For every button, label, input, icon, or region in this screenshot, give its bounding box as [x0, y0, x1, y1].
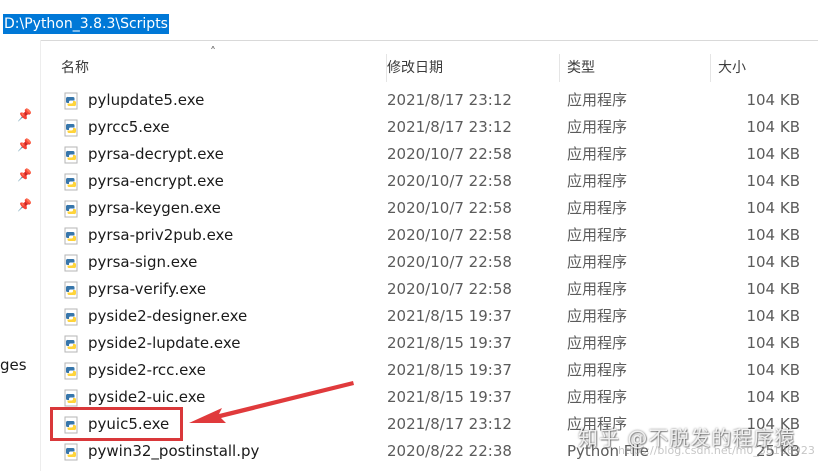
address-path[interactable]: D:\Python_3.8.3\Scripts	[3, 14, 169, 34]
nav-item-label[interactable]: ges	[0, 356, 27, 374]
file-modified-date: 2020/10/7 22:58	[387, 172, 512, 190]
file-row[interactable]: pyrsa-sign.exe 2020/10/7 22:58 应用程序 104 …	[41, 249, 818, 276]
file-row[interactable]: pyrcc5.exe 2021/8/17 23:12 应用程序 104 KB	[41, 114, 818, 141]
file-modified-date: 2020/10/7 22:58	[387, 253, 512, 271]
file-name: pyside2-lupdate.exe	[88, 334, 241, 352]
file-row[interactable]: pyside2-lupdate.exe 2021/8/15 19:37 应用程序…	[41, 330, 818, 357]
file-type: 应用程序	[567, 118, 628, 136]
file-size: 104 KB	[746, 226, 800, 244]
file-type: 应用程序	[567, 334, 628, 352]
file-size: 104 KB	[746, 172, 800, 190]
file-type: 应用程序	[567, 388, 628, 406]
file-modified-date: 2020/10/7 22:58	[387, 199, 512, 217]
file-size: 104 KB	[746, 388, 800, 406]
file-row[interactable]: pylupdate5.exe 2021/8/17 23:12 应用程序 104 …	[41, 87, 818, 114]
file-name: pywin32_postinstall.py	[88, 442, 260, 460]
file-type: 应用程序	[567, 253, 628, 271]
file-modified-date: 2021/8/17 23:12	[387, 118, 512, 136]
file-size: 104 KB	[746, 91, 800, 109]
python-file-icon	[64, 146, 78, 164]
column-header-type[interactable]: 类型	[560, 54, 711, 82]
python-file-icon	[64, 281, 78, 299]
python-file-icon	[64, 389, 78, 407]
file-modified-date: 2021/8/15 19:37	[387, 334, 512, 352]
file-name: pyrsa-keygen.exe	[88, 199, 221, 217]
file-size: 104 KB	[746, 199, 800, 217]
file-modified-date: 2020/8/22 22:38	[387, 442, 512, 460]
pin-icon[interactable]: 📌	[17, 168, 32, 182]
column-header-size[interactable]: 大小	[711, 54, 818, 82]
pin-icon[interactable]: 📌	[17, 138, 32, 152]
pin-icon[interactable]: 📌	[17, 108, 32, 122]
file-size: 104 KB	[746, 145, 800, 163]
file-size: 104 KB	[746, 253, 800, 271]
python-file-icon	[64, 335, 78, 353]
file-modified-date: 2021/8/15 19:37	[387, 388, 512, 406]
file-type: 应用程序	[567, 226, 628, 244]
file-type: 应用程序	[567, 361, 628, 379]
file-modified-date: 2020/10/7 22:58	[387, 280, 512, 298]
file-name: pyrsa-priv2pub.exe	[88, 226, 234, 244]
file-size: 104 KB	[746, 280, 800, 298]
python-file-icon	[64, 200, 78, 218]
python-file-icon	[64, 173, 78, 191]
file-type: 应用程序	[567, 307, 628, 325]
file-row[interactable]: pyside2-rcc.exe 2021/8/15 19:37 应用程序 104…	[41, 357, 818, 384]
python-file-icon	[64, 308, 78, 326]
file-size: 104 KB	[746, 118, 800, 136]
file-name: pylupdate5.exe	[88, 91, 205, 109]
file-row[interactable]: pyrsa-verify.exe 2020/10/7 22:58 应用程序 10…	[41, 276, 818, 303]
column-header-date[interactable]: 修改日期	[380, 54, 560, 82]
python-file-icon	[64, 119, 78, 137]
file-size: 104 KB	[746, 334, 800, 352]
file-name: pyside2-rcc.exe	[88, 361, 206, 379]
file-size: 104 KB	[746, 361, 800, 379]
file-name: pyrsa-sign.exe	[88, 253, 198, 271]
file-type: 应用程序	[567, 199, 628, 217]
python-file-icon	[64, 227, 78, 245]
column-header-row: 名称 修改日期 类型 大小	[41, 54, 818, 82]
file-name: pyrsa-verify.exe	[88, 280, 207, 298]
file-name: pyside2-designer.exe	[88, 307, 248, 325]
file-modified-date: 2021/8/17 23:12	[387, 91, 512, 109]
file-type: 应用程序	[567, 145, 628, 163]
file-modified-date: 2021/8/15 19:37	[387, 361, 512, 379]
highlight-box	[50, 407, 183, 441]
file-modified-date: 2021/8/15 19:37	[387, 307, 512, 325]
file-size: 104 KB	[746, 307, 800, 325]
file-row[interactable]: pyside2-designer.exe 2021/8/15 19:37 应用程…	[41, 303, 818, 330]
file-modified-date: 2020/10/7 22:58	[387, 145, 512, 163]
file-modified-date: 2021/8/17 23:12	[387, 415, 512, 433]
file-name: pyrsa-decrypt.exe	[88, 145, 224, 163]
watermark-url: https://blog.csdn.net/m0_38106923	[618, 444, 815, 457]
file-type: 应用程序	[567, 91, 628, 109]
column-header-name[interactable]: 名称	[54, 54, 387, 82]
python-file-icon	[64, 92, 78, 110]
file-type: 应用程序	[567, 280, 628, 298]
file-name: pyrcc5.exe	[88, 118, 170, 136]
pin-icon[interactable]: 📌	[17, 198, 32, 212]
file-name: pyrsa-encrypt.exe	[88, 172, 224, 190]
file-type: 应用程序	[567, 172, 628, 190]
file-row[interactable]: pyrsa-keygen.exe 2020/10/7 22:58 应用程序 10…	[41, 195, 818, 222]
file-modified-date: 2020/10/7 22:58	[387, 226, 512, 244]
file-row[interactable]: pyrsa-encrypt.exe 2020/10/7 22:58 应用程序 1…	[41, 168, 818, 195]
python-file-icon	[64, 254, 78, 272]
file-row[interactable]: pyrsa-priv2pub.exe 2020/10/7 22:58 应用程序 …	[41, 222, 818, 249]
navigation-pane: 📌 📌 📌 📌 ges	[0, 40, 41, 471]
python-file-icon	[64, 443, 78, 461]
file-row[interactable]: pyrsa-decrypt.exe 2020/10/7 22:58 应用程序 1…	[41, 141, 818, 168]
address-bar[interactable]: D:\Python_3.8.3\Scripts	[0, 8, 818, 41]
python-file-icon	[64, 362, 78, 380]
